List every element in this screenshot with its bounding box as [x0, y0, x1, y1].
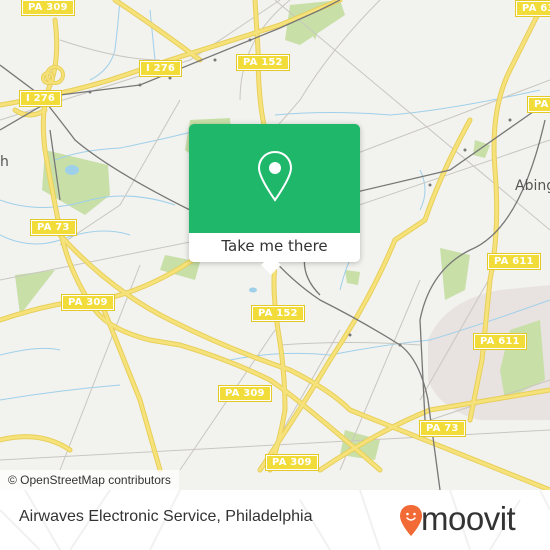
route-shield: PA 152 — [236, 54, 290, 71]
pond — [65, 165, 79, 175]
place-label-abington: Abing — [515, 178, 550, 194]
place-label-west: h — [0, 154, 9, 170]
route-shield: PA 611 — [473, 333, 527, 350]
place-title: Airwaves Electronic Service, Philadelphi… — [19, 508, 313, 525]
popup-header — [189, 124, 360, 233]
route-shield: PA 611 — [487, 253, 541, 270]
pond — [249, 287, 257, 293]
location-pin-icon — [257, 150, 293, 202]
route-shield: PA 309 — [21, 0, 75, 16]
route-shield: PA — [527, 96, 550, 113]
map-view[interactable]: PA 309 I 276 I 276 PA 152 PA 63 PA PA 73… — [0, 0, 550, 490]
route-shield: I 276 — [18, 90, 63, 107]
route-shield: PA 309 — [61, 294, 115, 311]
route-shield: PA 309 — [218, 385, 272, 402]
location-popup: Take me there — [189, 124, 360, 275]
route-shield: PA 63 — [515, 0, 550, 17]
moovit-pin-icon — [400, 505, 422, 536]
take-me-there-button[interactable]: Take me there — [189, 233, 360, 262]
route-shield: PA 152 — [251, 305, 305, 322]
route-shield: PA 73 — [30, 219, 77, 236]
route-shield: I 276 — [138, 60, 183, 77]
route-shield: PA 309 — [265, 454, 319, 471]
moovit-wordmark: moovit — [421, 500, 516, 537]
map-attribution[interactable]: © OpenStreetMap contributors — [0, 470, 179, 490]
route-shield: PA 73 — [419, 420, 466, 437]
footer-bar: Airwaves Electronic Service, Philadelphi… — [0, 490, 550, 550]
